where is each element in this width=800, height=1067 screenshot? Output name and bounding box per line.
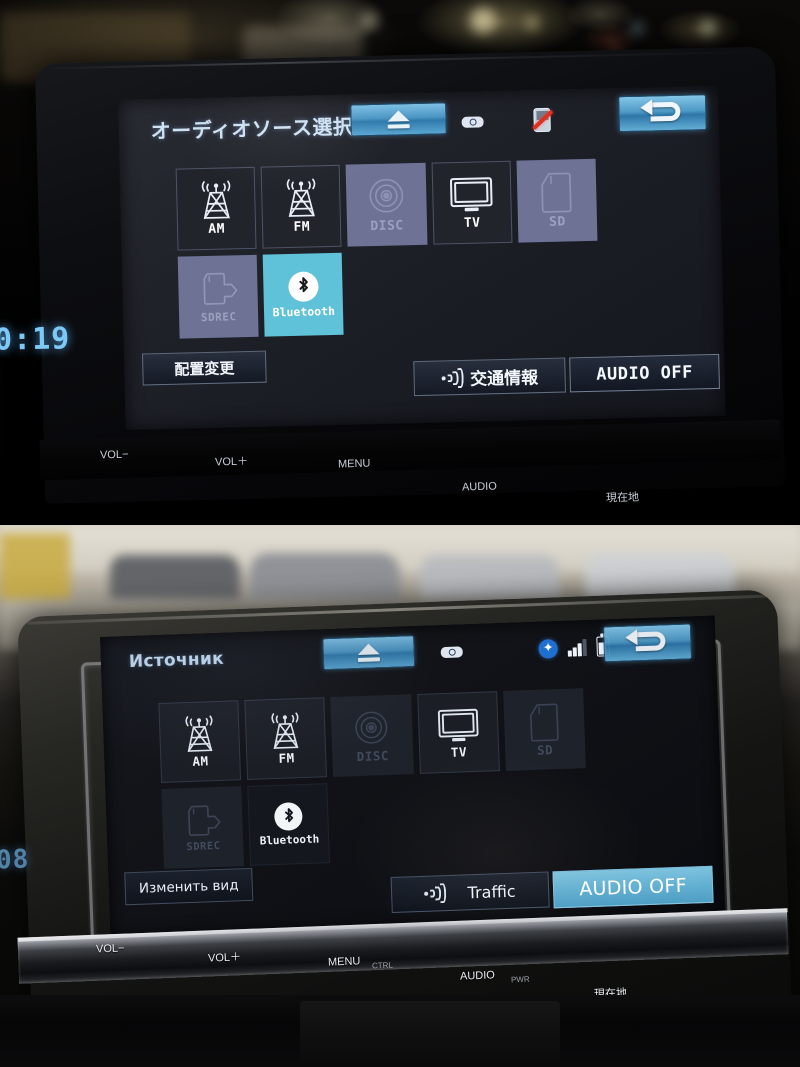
source-tile-bluetooth[interactable]: Bluetooth	[262, 252, 344, 337]
sd-card-icon	[528, 702, 559, 743]
source-tile-label: AM	[208, 221, 226, 237]
bluetooth-icon: ✦	[538, 638, 558, 659]
hw-button-current-location[interactable]: 現在地	[606, 489, 639, 506]
source-tile-sd[interactable]: SD	[516, 158, 598, 243]
eject-button[interactable]	[322, 635, 416, 671]
radio-tower-icon	[181, 714, 218, 753]
disc-indicator-icon	[440, 645, 463, 658]
back-button[interactable]	[602, 623, 693, 663]
source-tile-label: FM	[293, 219, 311, 235]
radio-tower-icon	[197, 180, 236, 221]
clock-display-top: 0:19	[0, 321, 71, 358]
sd-rec-icon	[183, 802, 222, 841]
source-tile-tv[interactable]: TV	[431, 160, 513, 245]
back-arrow-icon	[640, 99, 685, 127]
tv-icon	[434, 705, 481, 745]
disc-icon	[351, 707, 392, 748]
source-tile-disc[interactable]: DISC	[330, 694, 414, 777]
traffic-label: Traffic	[467, 881, 516, 902]
hw-button-menu[interactable]: MENU	[338, 458, 371, 471]
eject-button[interactable]	[350, 102, 447, 137]
traffic-button[interactable]: 交通情報	[413, 357, 567, 397]
hw-button-menu[interactable]: MENU	[328, 955, 361, 968]
source-tile-grid: AM FM DISC TV SD SDREC Bluetooth	[175, 158, 600, 339]
source-tile-label: SD	[548, 214, 566, 230]
eject-icon	[357, 643, 381, 663]
center-vent	[300, 1001, 560, 1067]
traffic-button[interactable]: Traffic	[390, 871, 550, 913]
source-tile-label: TV	[463, 215, 481, 231]
source-tile-label: AM	[192, 752, 209, 769]
audio-off-button[interactable]: AUDIO OFF	[552, 865, 714, 909]
hw-sub-label-pwr: PWR	[510, 974, 530, 985]
audio-off-label: AUDIO OFF	[596, 362, 694, 385]
audio-off-button[interactable]: AUDIO OFF	[569, 353, 720, 393]
sd-rec-icon	[198, 269, 239, 310]
photo-panel-top: オーディオソース選択 AM FM DISC TV SD SDREC Blueto…	[0, 0, 800, 521]
radio-tower-icon	[267, 711, 304, 750]
traffic-label: 交通情報	[469, 368, 539, 390]
signal-bars-icon	[567, 638, 587, 657]
hw-sub-label-ctrl: CTRL	[371, 960, 394, 971]
eject-icon	[387, 110, 410, 129]
back-button[interactable]	[618, 94, 707, 133]
tv-icon	[447, 174, 496, 215]
source-tile-tv[interactable]: TV	[416, 691, 500, 774]
source-tile-label: SD	[536, 741, 554, 758]
arrange-layout-label: 配置変更	[174, 358, 235, 379]
source-tile-disc[interactable]: DISC	[345, 162, 428, 247]
hw-button-vol-up[interactable]: VOL＋	[215, 453, 248, 470]
source-tile-fm[interactable]: FM	[260, 164, 342, 249]
arrange-layout-button[interactable]: Изменить вид	[124, 867, 254, 906]
photo-divider	[0, 521, 800, 525]
sd-card-icon	[540, 171, 573, 214]
lcd-screen-top: オーディオソース選択 AM FM DISC TV SD SDREC Blueto…	[118, 85, 726, 430]
traffic-wave-icon	[441, 367, 464, 388]
back-arrow-icon	[625, 629, 670, 657]
photo-panel-bottom: NSZT-Y66T Источник ✦	[0, 525, 800, 1067]
hw-button-audio[interactable]: AUDIO	[462, 481, 497, 494]
source-tile-label: SDREC	[186, 839, 221, 854]
status-icon-group	[461, 107, 554, 134]
audio-off-label: AUDIO OFF	[578, 874, 688, 900]
source-tile-bluetooth[interactable]: Bluetooth	[247, 783, 331, 866]
hw-button-vol-up[interactable]: VOL＋	[208, 948, 242, 965]
page-title: オーディオソース選択	[150, 114, 354, 144]
source-tile-grid: AM FM DISC TV SD SDREC Bluetooth	[158, 688, 589, 869]
source-tile-label: Bluetooth	[272, 303, 336, 319]
source-tile-label: DISC	[356, 747, 390, 764]
hw-button-vol-down[interactable]: VOL−	[100, 449, 129, 462]
source-tile-am[interactable]: AM	[158, 700, 242, 783]
source-tile-am[interactable]: AM	[175, 166, 257, 251]
clock-display-bottom: 08	[0, 844, 30, 876]
screenshot-stage: オーディオソース選択 AM FM DISC TV SD SDREC Blueto…	[0, 0, 800, 1067]
phone-disconnected-icon	[531, 107, 554, 133]
source-tile-label: Bluetooth	[259, 832, 320, 848]
arrange-layout-button[interactable]: 配置変更	[141, 350, 267, 386]
arrange-layout-label: Изменить вид	[138, 876, 239, 897]
source-tile-fm[interactable]: FM	[244, 697, 328, 780]
source-tile-sdrec[interactable]: SDREC	[177, 254, 259, 339]
radio-tower-icon	[282, 178, 321, 219]
source-tile-label: FM	[278, 749, 295, 766]
source-tile-sd[interactable]: SD	[502, 688, 586, 771]
lcd-screen-bottom: Источник ✦ AM FM DISC TV SD SDREC Blueto…	[100, 615, 726, 937]
bluetooth-icon	[274, 802, 304, 832]
hw-button-vol-down[interactable]: VOL−	[96, 942, 125, 955]
source-tile-label: TV	[450, 743, 468, 760]
disc-indicator-icon	[461, 115, 484, 128]
source-tile-sdrec[interactable]: SDREC	[161, 786, 245, 869]
hw-button-audio[interactable]: AUDIO	[460, 969, 495, 982]
traffic-wave-icon	[424, 883, 447, 904]
source-tile-label: SDREC	[200, 310, 237, 325]
status-icon-group: ✦	[440, 636, 610, 662]
bluetooth-icon	[287, 270, 319, 302]
page-title: Источник	[128, 648, 225, 673]
disc-icon	[365, 175, 408, 218]
source-tile-label: DISC	[370, 218, 404, 235]
